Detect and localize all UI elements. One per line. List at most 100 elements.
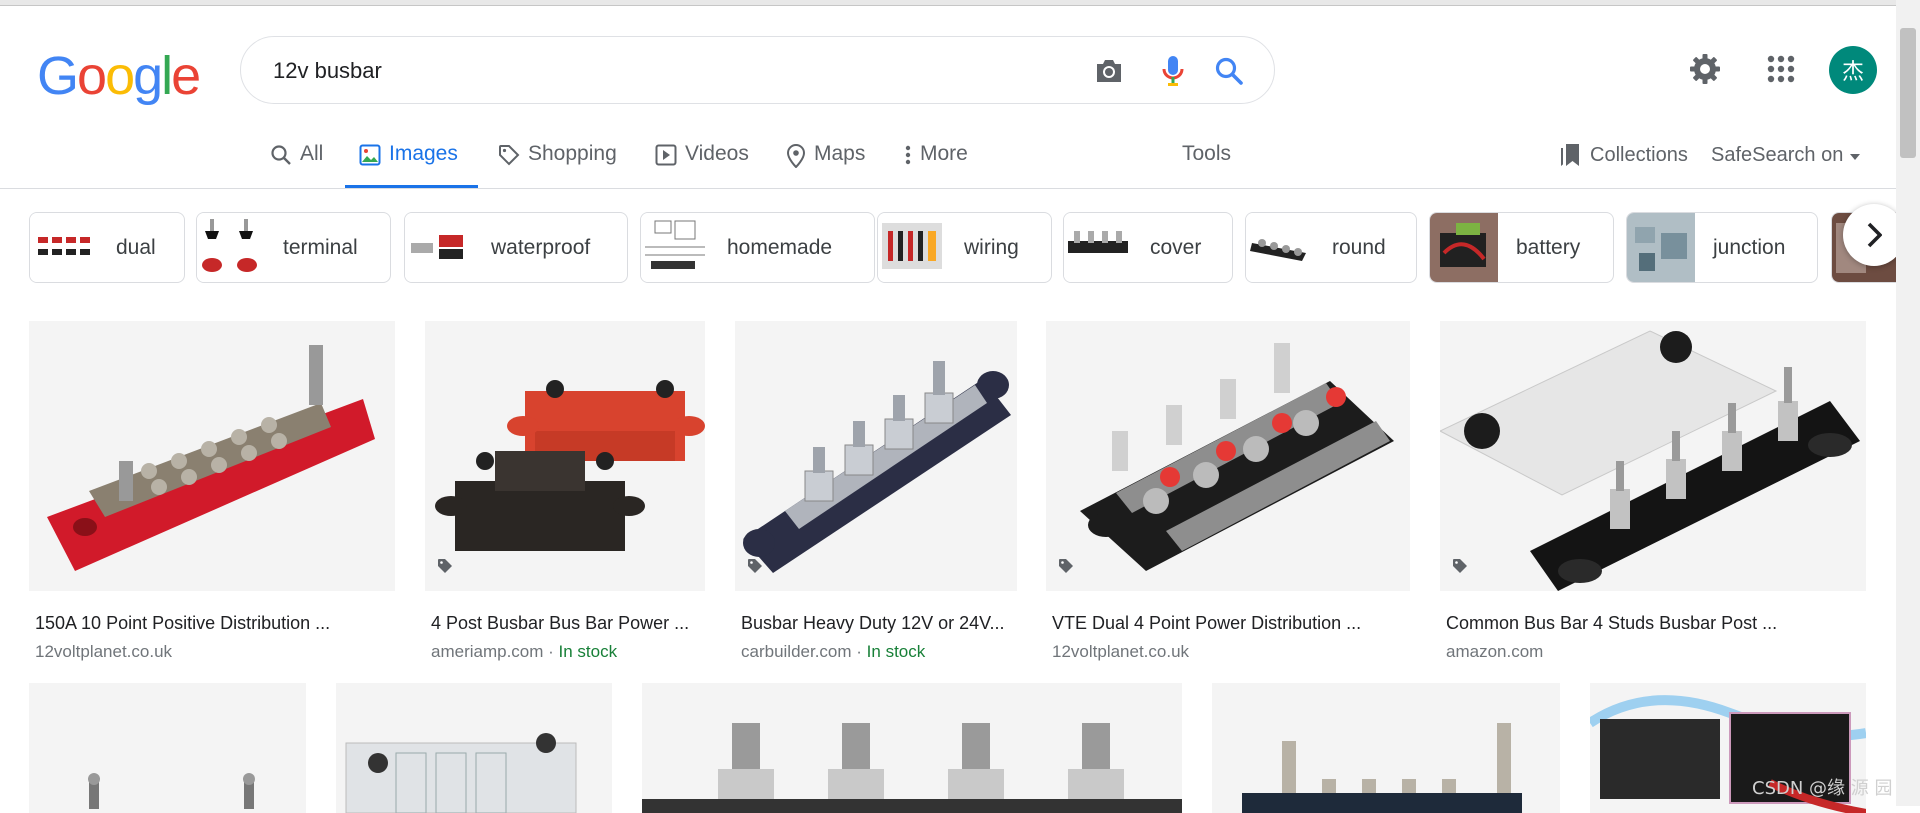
result-source[interactable]: 12voltplanet.co.uk (1046, 642, 1410, 662)
image-icon (359, 144, 381, 166)
tab-images[interactable]: Images (345, 136, 478, 188)
chip-thumbnail (405, 213, 473, 282)
chip-thumbnail (1246, 213, 1314, 282)
google-logo[interactable]: Google (37, 45, 201, 107)
chip-label: battery (1516, 235, 1581, 259)
vertical-scrollbar[interactable] (1896, 0, 1920, 806)
logo-letter: G (37, 46, 79, 106)
chip-label: junction (1713, 235, 1786, 259)
bookmark-icon (1561, 144, 1579, 166)
chip-homemade[interactable]: homemade (640, 212, 875, 283)
product-tag-icon (1452, 558, 1468, 579)
source-domain: amazon.com (1446, 642, 1544, 661)
tab-shopping[interactable]: Shopping (498, 136, 617, 188)
watermark: CSDN @缘 源 园 (1752, 778, 1893, 799)
tab-label: Maps (814, 142, 866, 165)
result-image[interactable] (29, 321, 395, 591)
user-avatar[interactable]: 杰 (1829, 46, 1877, 94)
result-title[interactable]: 150A 10 Point Positive Distribution ... (29, 613, 395, 634)
result-image[interactable] (735, 321, 1017, 591)
result-title[interactable]: VTE Dual 4 Point Power Distribution ... (1046, 613, 1410, 634)
stock-status: In stock (866, 642, 926, 661)
search-input[interactable] (271, 51, 1055, 91)
chip-battery[interactable]: battery (1429, 212, 1614, 283)
chip-label: wiring (964, 235, 1019, 259)
image-result[interactable] (642, 683, 1182, 813)
result-title[interactable]: Busbar Heavy Duty 12V or 24V... (735, 613, 1017, 634)
safesearch-label: SafeSearch on (1711, 144, 1844, 166)
chip-thumbnail (1430, 213, 1498, 282)
chip-dual[interactable]: dual (29, 212, 185, 283)
chip-thumbnail (641, 213, 709, 282)
chip-thumbnail (1627, 213, 1695, 282)
image-result[interactable] (336, 683, 612, 813)
image-result[interactable] (29, 683, 306, 813)
chip-cover[interactable]: cover (1063, 212, 1233, 283)
tab-videos[interactable]: Videos (655, 136, 749, 188)
tab-label: Shopping (528, 142, 617, 165)
tab-label: More (920, 142, 968, 165)
result-image[interactable] (1440, 321, 1866, 591)
result-source[interactable]: amazon.com (1440, 642, 1866, 662)
logo-letter: o (105, 46, 135, 106)
tab-maps[interactable]: Maps (786, 136, 865, 188)
result-title[interactable]: Common Bus Bar 4 Studs Busbar Post ... (1440, 613, 1866, 634)
settings-gear-icon[interactable] (1682, 46, 1728, 92)
microphone-icon[interactable] (1155, 53, 1191, 89)
map-pin-icon (786, 144, 806, 168)
chip-label: round (1332, 235, 1386, 259)
product-tag-icon (1058, 558, 1074, 579)
result-title[interactable]: 4 Post Busbar Bus Bar Power ... (425, 613, 705, 634)
product-tag-icon (437, 558, 453, 579)
collections-label: Collections (1590, 143, 1688, 166)
source-domain: carbuilder.com (741, 642, 852, 661)
caret-down-icon (1849, 154, 1860, 160)
scrollbar-thumb[interactable] (1900, 28, 1916, 158)
search-icon[interactable] (1211, 53, 1247, 89)
image-result[interactable]: 4 Post Busbar Bus Bar Power ... ameriamp… (425, 321, 705, 662)
source-domain: 12voltplanet.co.uk (35, 642, 173, 661)
camera-icon[interactable] (1091, 53, 1127, 89)
apps-grid-icon[interactable] (1758, 46, 1804, 92)
tools-button[interactable]: Tools (1182, 142, 1231, 166)
chip-terminal[interactable]: terminal (196, 212, 391, 283)
chip-label: homemade (727, 235, 833, 259)
play-icon (655, 144, 677, 166)
chip-label: waterproof (491, 235, 591, 259)
tab-label: Videos (685, 142, 749, 165)
chip-round[interactable]: round (1245, 212, 1417, 283)
chip-thumbnail (197, 213, 265, 282)
result-source[interactable]: carbuilder.com · In stock (735, 642, 1017, 662)
chip-label: cover (1150, 235, 1202, 259)
chip-junction[interactable]: junction (1626, 212, 1818, 283)
image-result[interactable] (1212, 683, 1560, 813)
more-vert-icon (905, 145, 911, 165)
chip-wiring[interactable]: wiring (877, 212, 1052, 283)
image-result[interactable]: 150A 10 Point Positive Distribution ... … (29, 321, 395, 662)
source-domain: ameriamp.com (431, 642, 544, 661)
image-result[interactable]: Busbar Heavy Duty 12V or 24V... carbuild… (735, 321, 1017, 662)
chip-label: dual (116, 235, 156, 259)
result-image[interactable] (1046, 321, 1410, 591)
search-box[interactable] (240, 36, 1275, 104)
result-source[interactable]: ameriamp.com · In stock (425, 642, 705, 662)
tab-all[interactable]: All (270, 136, 323, 188)
chip-thumbnail (30, 213, 98, 282)
browser-top-edge (0, 0, 1920, 6)
logo-letter: l (161, 46, 173, 106)
source-domain: 12voltplanet.co.uk (1052, 642, 1190, 661)
safesearch-dropdown[interactable]: SafeSearch on (1711, 144, 1861, 167)
tab-more[interactable]: More (904, 136, 968, 188)
result-image[interactable] (425, 321, 705, 591)
result-source[interactable]: 12voltplanet.co.uk (29, 642, 395, 662)
search-icon (271, 145, 291, 165)
logo-letter: g (133, 46, 163, 106)
chip-waterproof[interactable]: waterproof (404, 212, 628, 283)
image-result[interactable]: VTE Dual 4 Point Power Distribution ... … (1046, 321, 1410, 662)
collections-link[interactable]: Collections (1558, 142, 1688, 168)
chip-label: terminal (283, 235, 358, 259)
stock-status: In stock (558, 642, 618, 661)
image-result[interactable]: Common Bus Bar 4 Studs Busbar Post ... a… (1440, 321, 1866, 662)
logo-letter: o (77, 46, 107, 106)
chip-thumbnail (1064, 213, 1132, 282)
